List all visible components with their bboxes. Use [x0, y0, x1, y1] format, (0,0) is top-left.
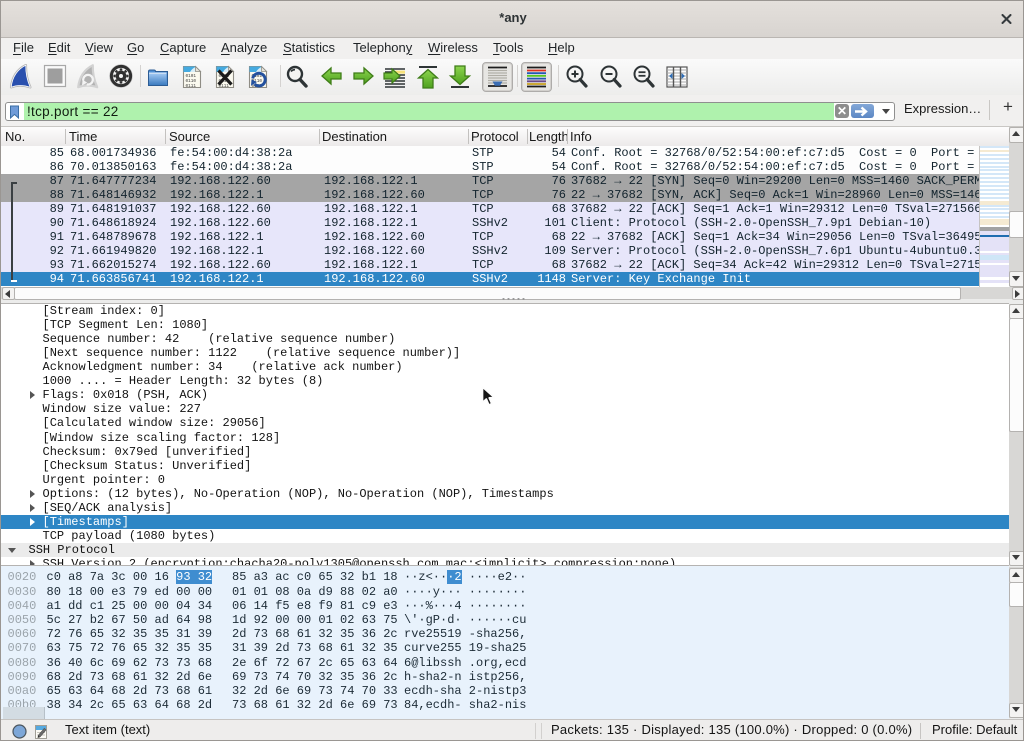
svg-text:0111: 0111	[185, 84, 196, 89]
